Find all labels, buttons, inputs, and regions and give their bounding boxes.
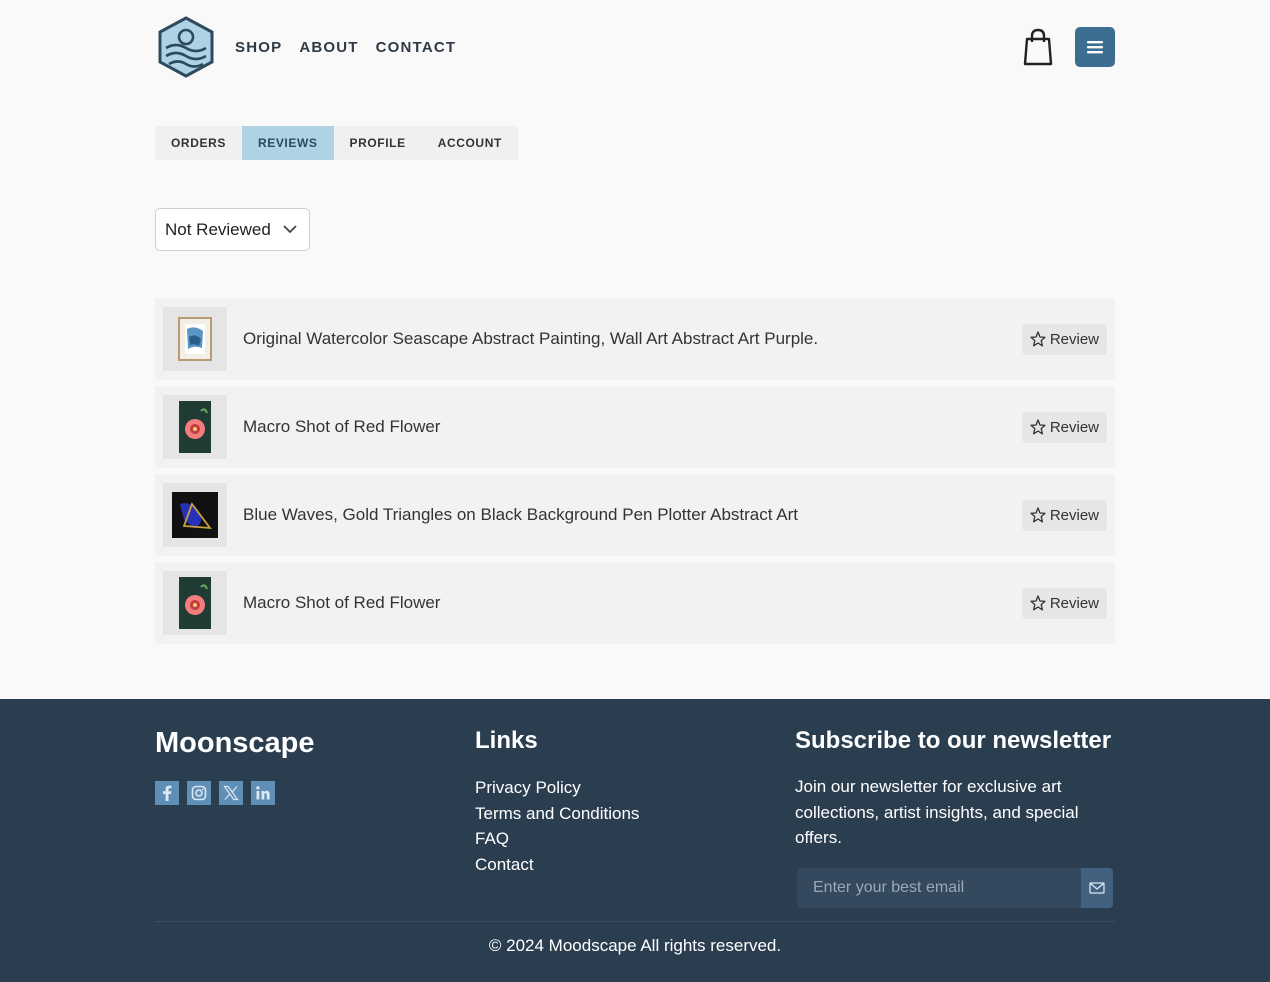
product-thumbnail — [163, 395, 227, 459]
review-button-label: Review — [1049, 594, 1099, 612]
subscribe-button[interactable] — [1081, 868, 1113, 908]
product-title: Macro Shot of Red Flower — [243, 593, 441, 612]
tab-reviews[interactable]: REVIEWS — [241, 126, 334, 160]
account-tabs: ORDERS REVIEWS PROFILE ACCOUNT — [155, 126, 518, 160]
hamburger-menu-icon — [1087, 41, 1103, 54]
link-contact[interactable]: Contact — [475, 852, 639, 878]
review-button[interactable]: Review — [1021, 587, 1107, 619]
review-button[interactable]: Review — [1021, 411, 1107, 443]
review-button-label: Review — [1049, 506, 1099, 524]
tab-orders[interactable]: ORDERS — [155, 126, 242, 160]
product-thumbnail — [163, 571, 227, 635]
review-button-label: Review — [1049, 330, 1099, 348]
menu-button[interactable] — [1075, 27, 1115, 67]
review-status-value: Not Reviewed — [165, 219, 271, 239]
list-item: Blue Waves, Gold Triangles on Black Back… — [155, 474, 1115, 556]
list-item: Original Watercolor Seascape Abstract Pa… — [155, 298, 1115, 380]
link-terms[interactable]: Terms and Conditions — [475, 801, 639, 827]
review-button[interactable]: Review — [1021, 323, 1107, 355]
star-icon — [1030, 331, 1046, 347]
shopping-bag-icon[interactable] — [1021, 27, 1055, 67]
list-item: Macro Shot of Red Flower Review — [155, 386, 1115, 468]
star-icon — [1030, 595, 1046, 611]
product-title: Macro Shot of Red Flower — [243, 417, 441, 436]
review-button[interactable]: Review — [1021, 499, 1107, 531]
main-nav: SHOP ABOUT CONTACT — [235, 39, 456, 56]
chevron-down-icon — [283, 225, 297, 234]
star-icon — [1030, 507, 1046, 523]
instagram-icon[interactable] — [187, 781, 211, 805]
list-item: Macro Shot of Red Flower Review — [155, 562, 1115, 644]
linkedin-icon[interactable] — [251, 781, 275, 805]
footer-links: Privacy Policy Terms and Conditions FAQ … — [475, 775, 639, 877]
tab-profile[interactable]: PROFILE — [334, 126, 422, 160]
star-icon — [1030, 419, 1046, 435]
product-thumbnail — [163, 307, 227, 371]
email-field[interactable] — [797, 868, 1081, 908]
link-faq[interactable]: FAQ — [475, 826, 639, 852]
moonscape-logo-icon[interactable] — [155, 15, 217, 79]
newsletter-heading: Subscribe to our newsletter — [795, 727, 1112, 754]
social-links — [155, 781, 275, 805]
nav-contact[interactable]: CONTACT — [376, 39, 457, 56]
product-title: Original Watercolor Seascape Abstract Pa… — [243, 329, 819, 348]
newsletter-form — [797, 868, 1113, 908]
tab-account[interactable]: ACCOUNT — [422, 126, 518, 160]
review-button-label: Review — [1049, 418, 1099, 436]
facebook-icon[interactable] — [155, 781, 179, 805]
review-status-select[interactable]: Not Reviewed — [155, 208, 310, 251]
site-header: SHOP ABOUT CONTACT — [155, 10, 1115, 84]
envelope-icon — [1089, 882, 1105, 894]
link-privacy-policy[interactable]: Privacy Policy — [475, 775, 639, 801]
newsletter-text: Join our newsletter for exclusive art co… — [795, 777, 1079, 847]
footer-brand: Moonscape — [155, 727, 315, 759]
copyright-text: © 2024 Moodscape All rights reserved. — [488, 936, 782, 955]
links-heading: Links — [475, 727, 538, 754]
header-actions — [1021, 27, 1115, 67]
site-footer: Moonscape Links Privacy Policy Terms and… — [0, 699, 1270, 982]
x-icon[interactable] — [219, 781, 243, 805]
product-thumbnail — [163, 483, 227, 547]
nav-about[interactable]: ABOUT — [299, 39, 358, 56]
review-list: Original Watercolor Seascape Abstract Pa… — [155, 298, 1115, 650]
product-title: Blue Waves, Gold Triangles on Black Back… — [243, 505, 798, 524]
nav-shop[interactable]: SHOP — [235, 39, 282, 56]
footer-divider — [155, 921, 1115, 922]
